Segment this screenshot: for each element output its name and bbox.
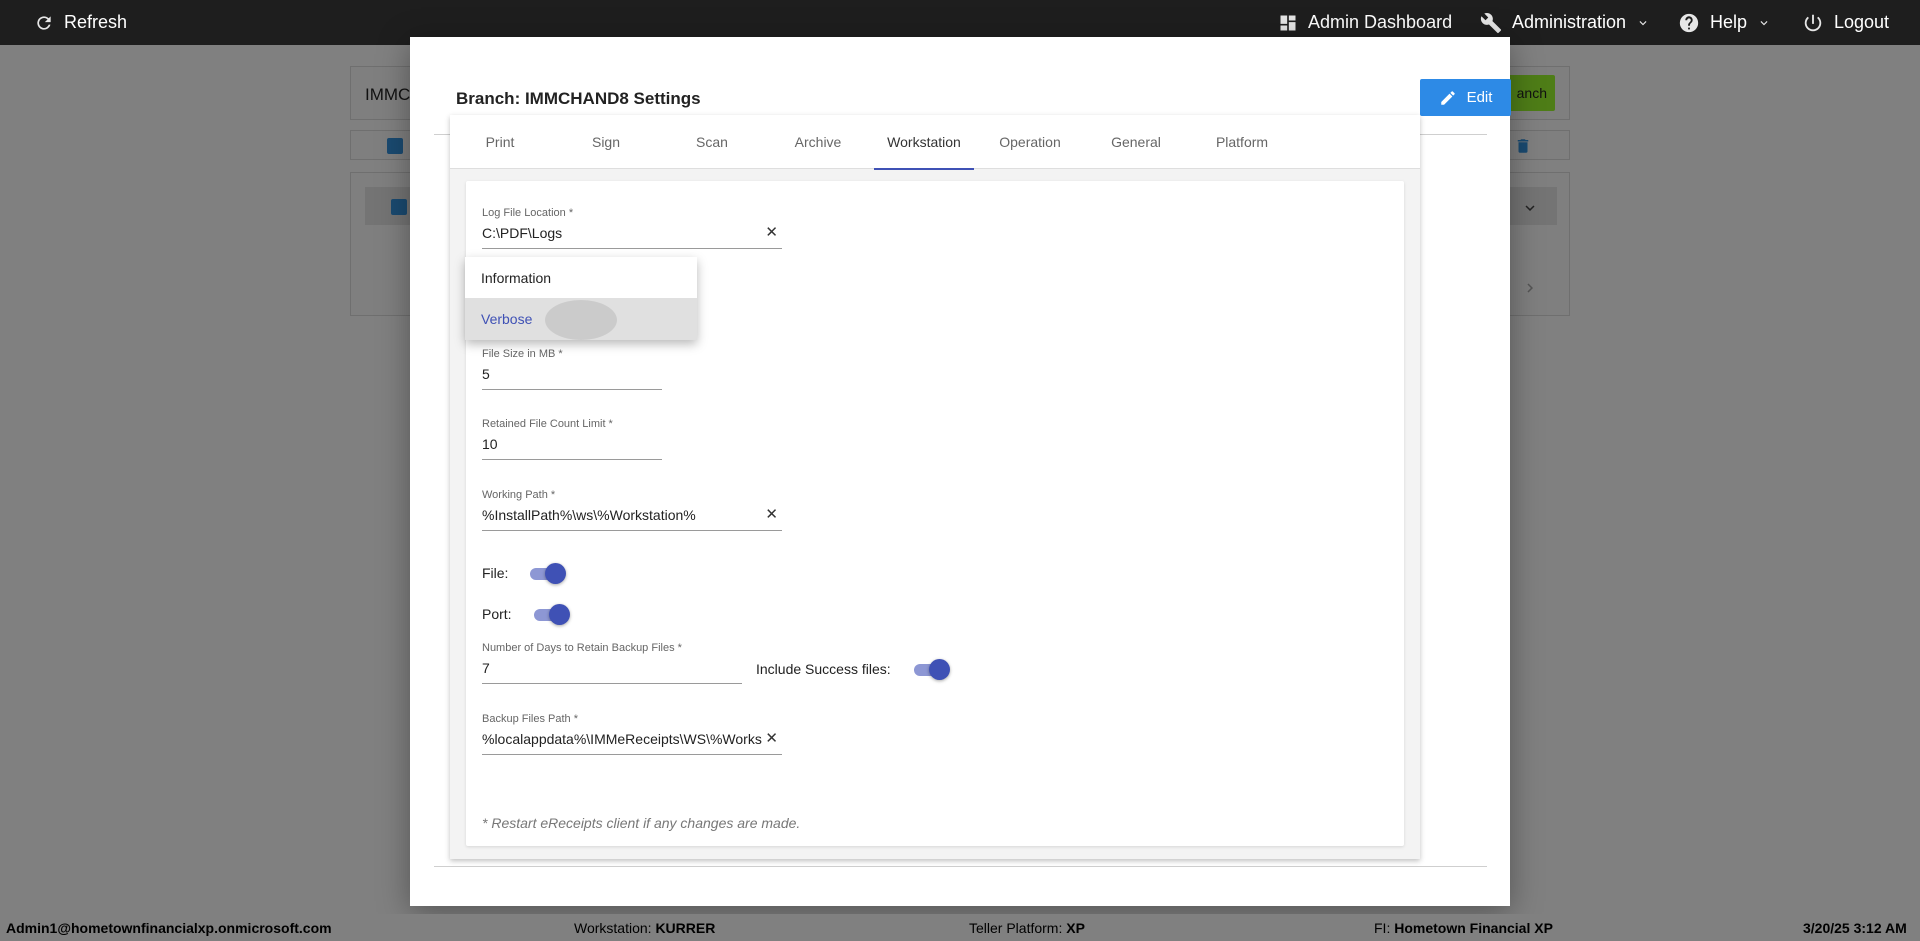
add-branch-label: anch <box>1516 85 1547 101</box>
tab-print[interactable]: Print <box>450 115 550 169</box>
wrench-icon <box>1480 12 1502 33</box>
field-underline <box>482 459 662 460</box>
help-label: Help <box>1710 12 1748 32</box>
port-toggle-label: Port: <box>482 606 512 622</box>
chevron-down-icon <box>1639 20 1647 25</box>
file-toggle-label: File: <box>482 565 509 581</box>
platform-status: Teller Platform: XP <box>969 920 1085 936</box>
retained-count-input[interactable]: 10 <box>482 436 498 452</box>
settings-tabs: Print Sign Scan Archive Workstation Oper… <box>450 115 1420 170</box>
tab-general[interactable]: General <box>1086 115 1186 169</box>
file-size-field[interactable]: File Size in MB * 5 <box>482 348 662 390</box>
retained-count-field[interactable]: Retained File Count Limit * 10 <box>482 418 662 460</box>
backup-path-input[interactable]: %localappdata%\IMMeReceipts\WS\%Works <box>482 731 762 747</box>
log-file-location-input[interactable]: C:\PDF\Logs <box>482 225 562 241</box>
clear-icon[interactable]: ✕ <box>765 729 778 747</box>
fi-status: FI: Hometown Financial XP <box>1374 920 1553 936</box>
datetime-status: 3/20/25 3:12 AM <box>1803 920 1907 936</box>
admin-dashboard-label: Admin Dashboard <box>1308 12 1453 32</box>
click-ripple <box>545 300 617 340</box>
field-label: Backup Files Path * <box>482 713 578 725</box>
dashboard-icon <box>1280 15 1296 30</box>
chevron-down-icon[interactable] <box>1521 199 1539 217</box>
platform-value: XP <box>1066 920 1085 936</box>
toggle-thumb <box>545 563 566 584</box>
trash-icon[interactable] <box>1514 136 1532 156</box>
status-bar: Admin1@hometownfinancialxp.onmicrosoft.c… <box>0 914 1920 941</box>
port-toggle-row: Port: <box>482 604 570 625</box>
workstation-status: Workstation: KURRER <box>574 920 715 936</box>
backup-path-field[interactable]: Backup Files Path * %localappdata%\IMMeR… <box>482 713 782 755</box>
tab-workstation[interactable]: Workstation <box>874 115 974 170</box>
working-path-field[interactable]: Working Path * %InstallPath%\ws\%Worksta… <box>482 489 782 531</box>
branch-search-input[interactable]: IMMC <box>365 85 410 105</box>
dialog-title: Branch: IMMCHAND8 Settings <box>456 89 701 108</box>
field-label: File Size in MB * <box>482 348 563 360</box>
settings-panel: Print Sign Scan Archive Workstation Oper… <box>450 115 1420 859</box>
logout-label: Logout <box>1834 12 1890 32</box>
branch-settings-dialog: Branch: IMMCHAND8 Settings Edit Print Si… <box>410 37 1511 906</box>
field-label: Log File Location * <box>482 207 574 219</box>
field-label: Retained File Count Limit * <box>482 418 613 430</box>
help-icon <box>1679 13 1699 32</box>
clear-icon[interactable]: ✕ <box>765 223 778 241</box>
log-level-dropdown: Information Verbose <box>465 257 697 340</box>
clear-icon[interactable]: ✕ <box>765 505 778 523</box>
current-user: Admin1@hometownfinancialxp.onmicrosoft.c… <box>6 920 332 936</box>
refresh-icon <box>37 15 51 30</box>
tab-sign[interactable]: Sign <box>556 115 656 169</box>
select-all-checkbox[interactable] <box>387 138 403 154</box>
working-path-input[interactable]: %InstallPath%\ws\%Workstation% <box>482 507 758 523</box>
fi-value: Hometown Financial XP <box>1394 920 1553 936</box>
user-email: Admin1@hometownfinancialxp.onmicrosoft.c… <box>6 920 332 936</box>
chevron-down-icon <box>1760 20 1768 25</box>
tab-archive[interactable]: Archive <box>768 115 868 169</box>
include-success-toggle[interactable] <box>914 659 950 680</box>
chevron-right-icon[interactable] <box>1521 279 1539 297</box>
tab-platform[interactable]: Platform <box>1192 115 1292 169</box>
platform-label: Teller Platform: <box>969 920 1063 936</box>
toggle-thumb <box>929 659 950 680</box>
include-success-row: Include Success files: <box>756 659 950 680</box>
refresh-button[interactable]: Refresh <box>34 0 127 45</box>
field-underline <box>482 530 782 531</box>
include-success-label: Include Success files: <box>756 661 891 677</box>
restart-note: * Restart eReceipts client if any change… <box>482 815 801 831</box>
edit-label: Edit <box>1466 89 1493 106</box>
file-toggle-row: File: <box>482 563 566 584</box>
power-icon <box>1804 14 1822 31</box>
row-checkbox[interactable] <box>391 199 407 215</box>
refresh-label: Refresh <box>64 12 128 32</box>
workstation-value: KURRER <box>655 920 716 936</box>
port-toggle[interactable] <box>534 604 570 625</box>
administration-label: Administration <box>1512 12 1627 32</box>
file-toggle[interactable] <box>530 563 566 584</box>
pencil-icon <box>1440 90 1455 105</box>
logout-button[interactable]: Logout <box>1802 0 1889 45</box>
dropdown-option-verbose[interactable]: Verbose <box>465 298 697 340</box>
help-menu[interactable]: Help <box>1678 0 1771 45</box>
verbose-label: Verbose <box>481 311 533 327</box>
tab-scan[interactable]: Scan <box>662 115 762 169</box>
file-size-input[interactable]: 5 <box>482 366 490 382</box>
field-underline <box>482 683 742 684</box>
field-underline <box>482 389 662 390</box>
field-underline <box>482 248 782 249</box>
fi-label: FI: <box>1374 920 1391 936</box>
dropdown-option-information[interactable]: Information <box>465 257 697 299</box>
toggle-thumb <box>549 604 570 625</box>
log-file-location-field[interactable]: Log File Location * C:\PDF\Logs ✕ <box>482 207 782 249</box>
datetime-value: 3/20/25 3:12 AM <box>1803 920 1907 936</box>
workstation-label: Workstation: <box>574 920 652 936</box>
tab-operation[interactable]: Operation <box>980 115 1080 169</box>
backup-days-input[interactable]: 7 <box>482 660 490 676</box>
field-label: Number of Days to Retain Backup Files * <box>482 642 682 654</box>
field-label: Working Path * <box>482 489 556 501</box>
backup-days-field[interactable]: Number of Days to Retain Backup Files * … <box>482 642 742 684</box>
field-underline <box>482 754 782 755</box>
